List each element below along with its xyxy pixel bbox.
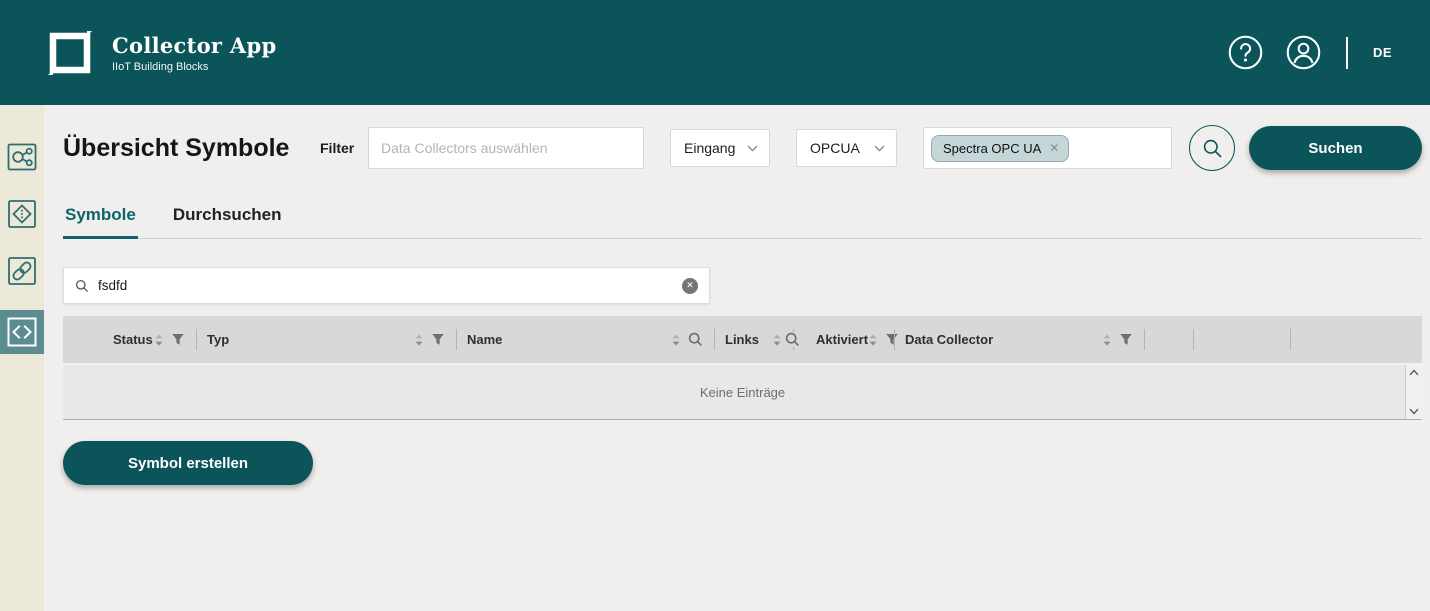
scroll-down-icon[interactable] bbox=[1409, 408, 1419, 415]
sort-icon[interactable] bbox=[671, 333, 681, 347]
column-header-empty-3 bbox=[1291, 316, 1422, 363]
sort-icon[interactable] bbox=[772, 333, 782, 347]
empty-state-message: Keine Einträge bbox=[700, 385, 785, 400]
collector-chip-label: Spectra OPC UA bbox=[943, 141, 1041, 156]
quick-search-button[interactable] bbox=[1189, 125, 1235, 171]
filter-funnel-icon[interactable] bbox=[171, 333, 185, 346]
angle-brackets-icon bbox=[5, 315, 39, 349]
direction-select[interactable]: Eingang bbox=[670, 129, 770, 167]
column-label: Links bbox=[725, 332, 759, 347]
filter-label: Filter bbox=[320, 140, 368, 156]
language-switch[interactable]: DE bbox=[1373, 45, 1392, 60]
column-label: Name bbox=[467, 332, 502, 347]
help-button[interactable] bbox=[1228, 35, 1263, 70]
filter-funnel-icon[interactable] bbox=[431, 333, 445, 346]
sidebar-item-symbols[interactable] bbox=[0, 196, 44, 232]
column-search-icon[interactable] bbox=[688, 332, 703, 347]
app-subtitle: IIoT Building Blocks bbox=[112, 61, 276, 73]
symbol-search-box: ✕ bbox=[63, 267, 710, 304]
scroll-up-icon[interactable] bbox=[1409, 369, 1419, 376]
app-header: Collector App IIoT Building Blocks bbox=[0, 0, 1430, 105]
sidebar-item-links[interactable] bbox=[0, 253, 44, 289]
chip-remove-icon[interactable]: ✕ bbox=[1049, 142, 1059, 154]
protocol-select-value: OPCUA bbox=[810, 140, 860, 156]
symbols-table: Status Typ bbox=[63, 316, 1422, 420]
brand-text: Collector App IIoT Building Blocks bbox=[112, 33, 276, 73]
app-title: Collector App bbox=[112, 33, 276, 58]
header-divider bbox=[1346, 37, 1348, 69]
column-header-typ[interactable]: Typ bbox=[197, 316, 457, 363]
clear-search-button[interactable]: ✕ bbox=[682, 278, 698, 294]
column-label: Data Collector bbox=[905, 332, 993, 347]
table-header-row: Status Typ bbox=[63, 316, 1422, 363]
tab-durchsuchen[interactable]: Durchsuchen bbox=[171, 205, 284, 238]
symbol-search-input[interactable] bbox=[96, 277, 682, 294]
table-body: Keine Einträge bbox=[63, 363, 1422, 419]
create-symbol-button[interactable]: Symbol erstellen bbox=[63, 441, 313, 485]
tab-symbole[interactable]: Symbole bbox=[63, 205, 138, 239]
sidebar-item-data-collectors[interactable] bbox=[0, 139, 44, 175]
column-header-empty-1 bbox=[1145, 316, 1194, 363]
protocol-select[interactable]: OPCUA bbox=[796, 129, 897, 167]
column-label: Typ bbox=[207, 332, 229, 347]
filter-funnel-icon[interactable] bbox=[1119, 333, 1133, 346]
column-label: Status bbox=[113, 332, 153, 347]
column-search-icon[interactable] bbox=[785, 332, 800, 347]
chain-link-icon bbox=[5, 254, 39, 288]
column-header-data-collector[interactable]: Data Collector bbox=[895, 316, 1145, 363]
magnifier-icon bbox=[1202, 138, 1223, 159]
sort-icon[interactable] bbox=[868, 333, 878, 347]
user-icon bbox=[1286, 35, 1321, 70]
column-header-aktiviert[interactable]: Aktiviert bbox=[794, 316, 895, 363]
data-collectors-input[interactable] bbox=[368, 127, 644, 169]
help-icon bbox=[1228, 35, 1263, 70]
collector-chip-field[interactable]: Spectra OPC UA ✕ bbox=[923, 127, 1172, 169]
symbol-diamond-dots-icon bbox=[5, 197, 39, 231]
sort-icon[interactable] bbox=[154, 333, 164, 347]
column-label: Aktiviert bbox=[816, 332, 868, 347]
sidebar bbox=[0, 105, 44, 611]
direction-select-value: Eingang bbox=[684, 140, 735, 156]
user-account-button[interactable] bbox=[1286, 35, 1321, 70]
sort-icon[interactable] bbox=[414, 333, 424, 347]
collector-chip: Spectra OPC UA ✕ bbox=[931, 135, 1069, 162]
page-title: Übersicht Symbole bbox=[63, 134, 320, 163]
data-collector-share-icon bbox=[5, 140, 39, 174]
sidebar-item-symbol-overview[interactable] bbox=[0, 310, 44, 354]
chevron-down-icon bbox=[747, 145, 758, 152]
table-scrollbar[interactable] bbox=[1405, 365, 1422, 419]
column-header-links[interactable]: Links bbox=[715, 316, 794, 363]
sort-icon[interactable] bbox=[1102, 333, 1112, 347]
main-content: Übersicht Symbole Filter Eingang OPCUA S… bbox=[44, 105, 1430, 611]
column-header-empty-2 bbox=[1194, 316, 1291, 363]
search-icon bbox=[75, 279, 89, 293]
app-logo-icon bbox=[45, 28, 95, 78]
column-header-status[interactable]: Status bbox=[63, 316, 197, 363]
filter-toolbar: Übersicht Symbole Filter Eingang OPCUA S… bbox=[63, 125, 1430, 171]
column-header-name[interactable]: Name bbox=[457, 316, 715, 363]
chevron-down-icon bbox=[874, 145, 885, 152]
search-button[interactable]: Suchen bbox=[1249, 126, 1422, 170]
tab-bar: Symbole Durchsuchen bbox=[63, 205, 1422, 239]
